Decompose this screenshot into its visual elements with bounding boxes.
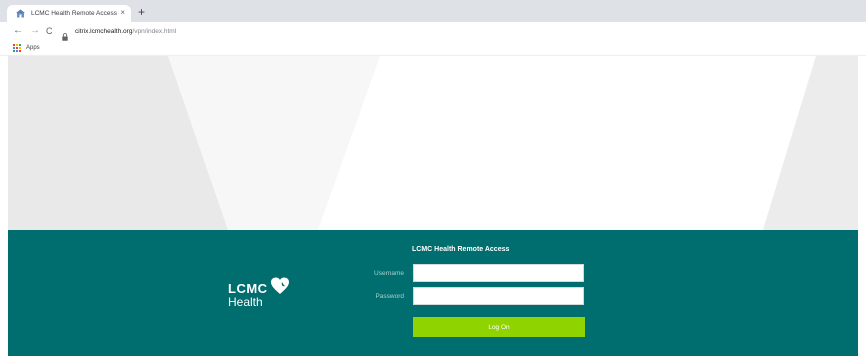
login-panel: LCMC Health LCMC Health Remote Access Us… bbox=[8, 230, 858, 356]
apps-grid-icon bbox=[13, 44, 21, 52]
forward-button[interactable]: → bbox=[30, 25, 40, 37]
hero-background bbox=[8, 56, 858, 230]
lcmc-health-logo: LCMC Health bbox=[228, 277, 290, 309]
username-label: Username bbox=[374, 270, 404, 277]
browser-toolbar: ← → C citrix.lcmchealth.org/vpn/index.ht… bbox=[0, 22, 866, 41]
lock-icon bbox=[62, 28, 68, 41]
address-bar[interactable]: citrix.lcmchealth.org/vpn/index.html bbox=[62, 25, 852, 41]
url-text: citrix.lcmchealth.org/vpn/index.html bbox=[75, 28, 176, 35]
log-on-button[interactable]: Log On bbox=[413, 317, 585, 337]
apps-shortcut[interactable]: Apps bbox=[13, 44, 40, 52]
reload-button[interactable]: C bbox=[46, 25, 53, 37]
apps-label: Apps bbox=[26, 45, 40, 51]
tab-title: LCMC Health Remote Access bbox=[31, 10, 117, 17]
logo-text-health: Health bbox=[228, 295, 263, 309]
password-input[interactable] bbox=[413, 287, 584, 305]
logo-text-lcmc: LCMC bbox=[228, 281, 268, 296]
bookmarks-bar: Apps bbox=[0, 41, 866, 56]
password-label: Password bbox=[375, 293, 404, 300]
form-title: LCMC Health Remote Access bbox=[412, 246, 510, 253]
back-button[interactable]: ← bbox=[13, 25, 23, 37]
url-path: /vpn/index.html bbox=[132, 28, 177, 35]
browser-tab[interactable]: LCMC Health Remote Access × bbox=[7, 5, 131, 22]
close-tab-icon[interactable]: × bbox=[120, 8, 125, 18]
heart-logo-icon bbox=[270, 277, 290, 295]
new-tab-button[interactable]: + bbox=[138, 6, 145, 18]
favicon bbox=[15, 9, 26, 18]
username-input[interactable] bbox=[413, 264, 584, 282]
url-host: citrix.lcmchealth.org bbox=[75, 28, 133, 35]
browser-tabstrip: LCMC Health Remote Access × + bbox=[0, 0, 866, 22]
